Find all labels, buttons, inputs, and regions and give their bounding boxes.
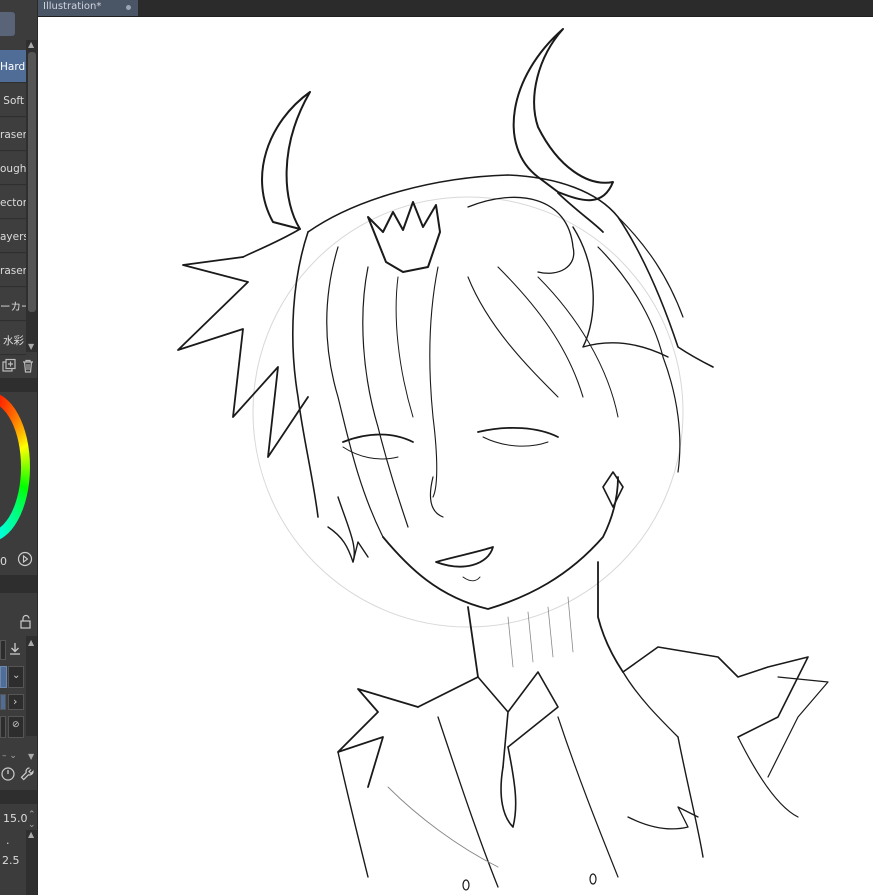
blend-mode-swatch[interactable]: [0, 666, 7, 688]
next-button[interactable]: ›: [8, 694, 24, 710]
panel-separator-2: [0, 575, 37, 593]
brush-item-watercolor[interactable]: 水彩: [0, 322, 26, 355]
brush-item-layers[interactable]: ayers: [0, 220, 26, 253]
brush-item-eraser[interactable]: raser: [0, 118, 26, 151]
duplicate-icon[interactable]: [1, 358, 17, 374]
unlock-icon[interactable]: [18, 614, 34, 630]
brush-list-scroll-thumb[interactable]: [28, 52, 36, 312]
brush-item-hard[interactable]: Hard: [0, 50, 26, 83]
sub-scrollbar[interactable]: [26, 830, 37, 895]
chevron-down-icon: ⌄: [12, 670, 21, 681]
slider-fill[interactable]: [0, 694, 6, 710]
drawing-canvas[interactable]: [38, 17, 873, 895]
blend-mode-dropdown[interactable]: ⌄: [8, 666, 24, 688]
tab-close-dot-icon[interactable]: [126, 5, 131, 10]
brush-item-eraser-2[interactable]: raser: [0, 254, 26, 287]
stabilizer-dial-icon[interactable]: [0, 766, 16, 782]
size-stepper-icon[interactable]: ⌃ ⌄: [28, 810, 36, 830]
left-panel: ▲ ▼ Hard Soft raser ough ector ayers ras…: [0, 0, 38, 895]
property-scroll-up-icon[interactable]: ▲: [28, 638, 34, 647]
brush-item-rough[interactable]: ough: [0, 152, 26, 185]
slash-box-icon: ⊘: [12, 720, 20, 730]
color-value-label: 0: [0, 555, 7, 568]
clear-button[interactable]: ⊘: [8, 716, 24, 738]
dot-label: .: [6, 834, 10, 847]
brush-item-soft[interactable]: Soft: [0, 84, 26, 117]
brush-item-marker[interactable]: ーカー: [0, 288, 26, 321]
sub-tool-group-button[interactable]: [0, 12, 15, 36]
tab-illustration[interactable]: Illustration*: [38, 0, 138, 16]
brush-size-value[interactable]: 15.0: [3, 812, 28, 825]
document-tab-bar: Illustration*: [38, 0, 873, 17]
trash-icon[interactable]: [20, 358, 36, 374]
chevron-right-icon: ›: [13, 695, 18, 708]
scroll-down-icon[interactable]: ▼: [28, 342, 34, 351]
sketch-artwork: [177, 28, 829, 891]
panel-separator: [0, 378, 37, 392]
tab-title: Illustration*: [43, 1, 102, 12]
play-circle-icon[interactable]: [17, 551, 33, 567]
sub-scroll-up-icon[interactable]: ▲: [28, 830, 34, 839]
brush-item-vector[interactable]: ector: [0, 186, 26, 219]
download-icon[interactable]: [7, 641, 23, 657]
stepper-control[interactable]: [0, 640, 6, 660]
property-scrollbar[interactable]: [26, 636, 37, 736]
wrench-icon[interactable]: [19, 766, 35, 782]
collapse-chevron-icon[interactable]: – ⌄: [2, 751, 17, 761]
secondary-value[interactable]: 2.5: [2, 854, 20, 867]
scroll-up-icon[interactable]: ▲: [28, 40, 34, 49]
panel-separator-3: [0, 790, 37, 804]
property-scroll-down-icon[interactable]: ▼: [28, 752, 34, 761]
property-field[interactable]: [0, 716, 6, 738]
